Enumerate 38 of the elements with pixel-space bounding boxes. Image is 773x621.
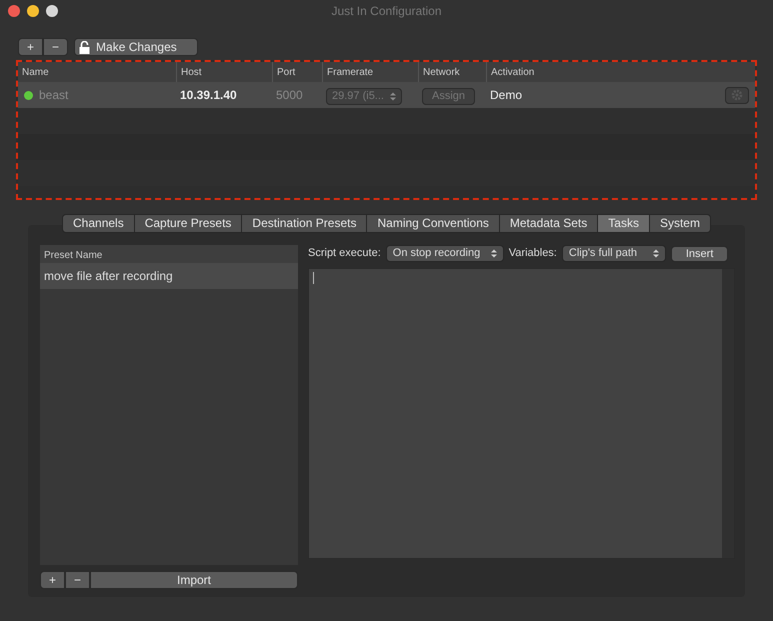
tab[interactable]: Naming Conventions [367,214,500,233]
table-cell-text: 10.39.1.40 [179,87,238,104]
gear-icon [731,88,743,101]
table-cell-text: 5000 [275,87,304,104]
tab[interactable]: Tasks [598,214,650,233]
column-header: Preset Name [40,245,298,263]
window-title: Just In Configuration [331,3,442,20]
column-header: Name [21,66,50,80]
make-changes-button[interactable]: Make Changes [74,38,198,56]
tab[interactable]: System [650,214,711,233]
remove-button[interactable]: − [43,38,68,56]
script-execute-dropdown[interactable]: On stop recording [386,245,504,262]
import-button[interactable]: Import [90,571,298,589]
scrollbar[interactable] [722,269,734,558]
zoom-button[interactable] [46,5,58,17]
table-cell-text: beast [39,87,68,104]
close-button[interactable] [8,5,20,17]
stepper-icon [652,249,659,258]
tab[interactable]: Destination Presets [242,214,368,233]
add-button[interactable]: + [18,38,44,56]
table-row[interactable]: beast 10.39.1.40 5000 29.97 (i5... Assign Demo [18,82,755,108]
stepper-icon [390,92,396,100]
add-button[interactable]: + [40,571,66,589]
list-item[interactable]: move file after recording [40,263,298,289]
table-cell-text: Demo [489,87,524,104]
variables-label: Variables: [508,246,557,262]
settings-button[interactable] [725,86,749,104]
stepper-icon [490,249,497,258]
tab[interactable]: Channels [62,214,135,233]
tab[interactable]: Capture Presets [134,214,242,233]
insert-button[interactable]: Insert [670,246,728,262]
tab[interactable]: Metadata Sets [500,214,598,233]
text-cursor [313,272,314,284]
minimize-button[interactable] [27,5,39,17]
remove-button[interactable]: − [65,571,90,589]
padlock-icon [79,40,90,54]
variables-dropdown[interactable]: Clip's full path [562,245,666,262]
script-execute-label: Script execute: [308,246,381,262]
